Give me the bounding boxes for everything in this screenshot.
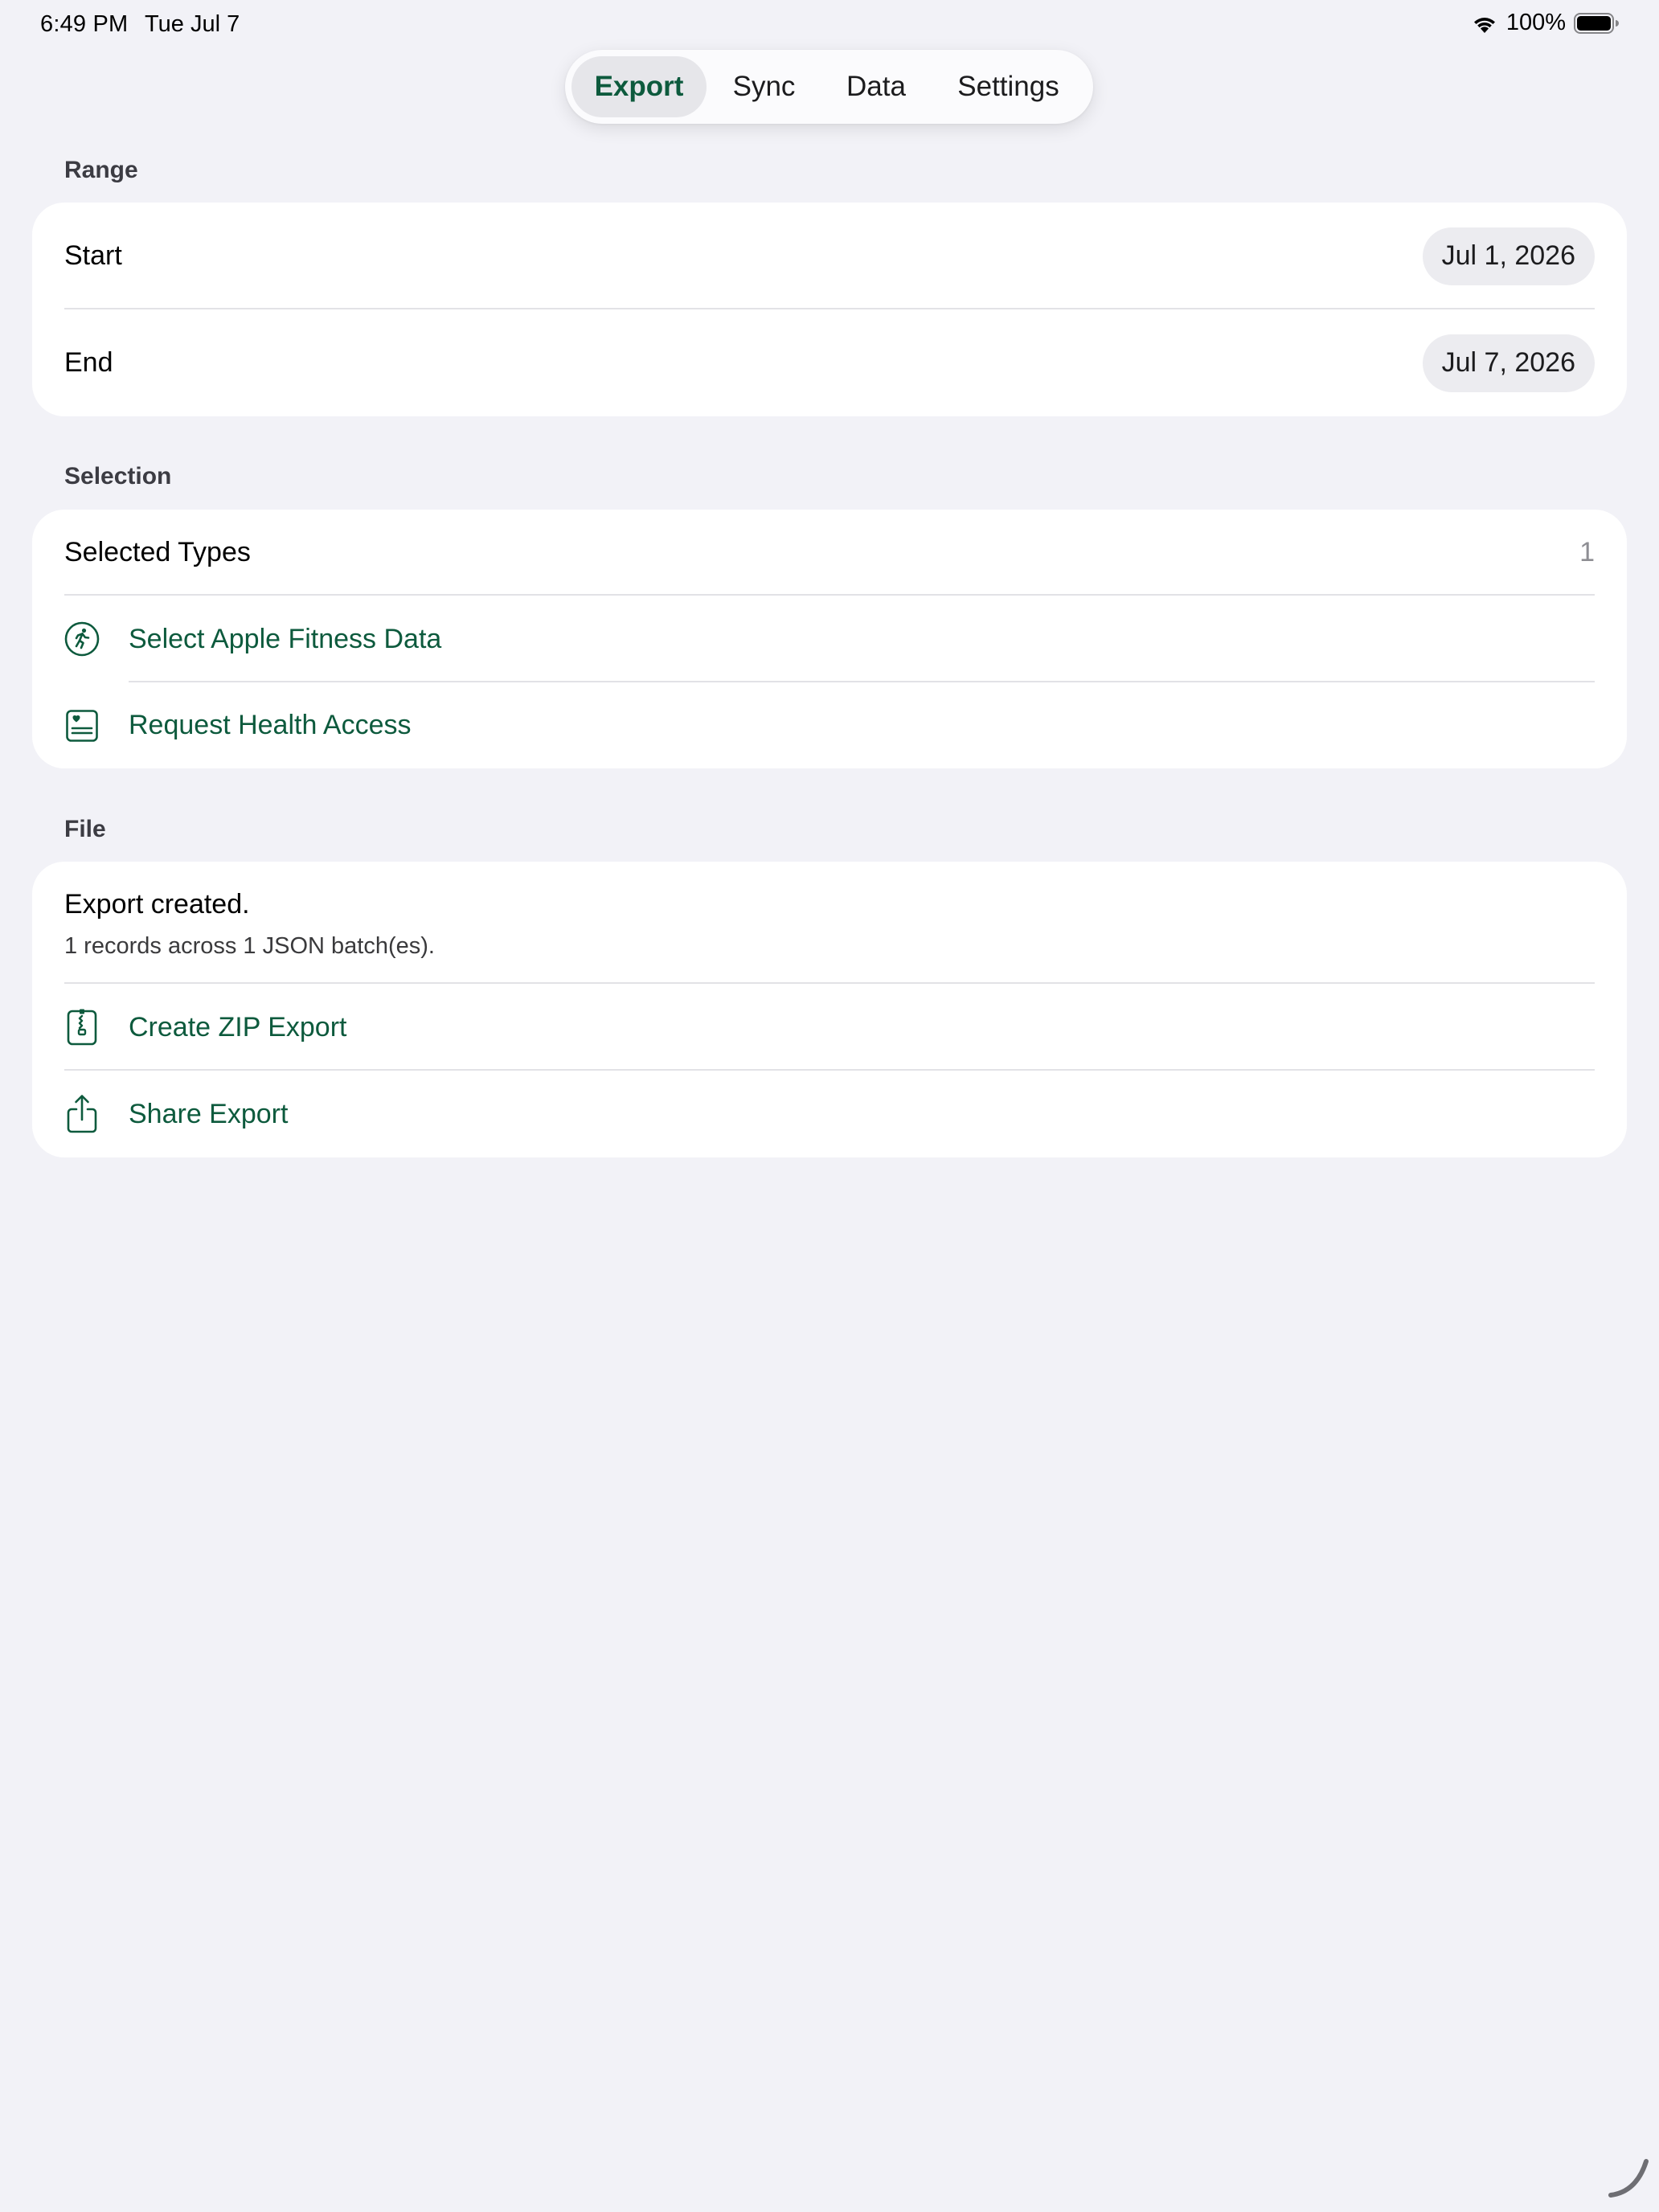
tab-data[interactable]: Data [821, 56, 931, 117]
selection-card: Selected Types 1 Select Apple Fitness Da… [32, 510, 1627, 768]
share-icon [64, 1095, 100, 1133]
export-status: Export created. 1 records across 1 JSON … [32, 862, 1627, 984]
file-card: Export created. 1 records across 1 JSON … [32, 862, 1627, 1157]
export-screen: 6:49 PM Tue Jul 7 100% Export Sync Data … [0, 0, 1659, 2212]
start-date-picker[interactable]: Jul 1, 2026 [1422, 227, 1595, 285]
create-zip-export-button[interactable]: Create ZIP Export [32, 984, 1627, 1071]
export-status-title: Export created. [64, 889, 250, 920]
status-date: Tue Jul 7 [145, 11, 240, 37]
wifi-icon [1471, 13, 1498, 34]
range-card: Start Jul 1, 2026 End Jul 7, 2026 [32, 203, 1627, 416]
tab-settings[interactable]: Settings [931, 56, 1086, 117]
request-health-access-label: Request Health Access [129, 710, 412, 740]
range-section-header: Range [64, 157, 138, 183]
export-status-detail: 1 records across 1 JSON batch(es). [64, 933, 435, 959]
battery-percent: 100% [1505, 10, 1566, 35]
request-health-access-button[interactable]: Request Health Access [32, 682, 1627, 768]
selected-types-count: 1 [1579, 537, 1595, 567]
file-section-header: File [64, 816, 106, 842]
share-export-label: Share Export [129, 1098, 289, 1129]
status-bar: 6:49 PM Tue Jul 7 100% [0, 0, 1659, 51]
selected-types-label: Selected Types [64, 537, 251, 567]
select-fitness-data-label: Select Apple Fitness Data [129, 623, 442, 654]
select-fitness-data-button[interactable]: Select Apple Fitness Data [32, 596, 1627, 682]
figure-run-circle-icon [64, 621, 100, 657]
status-time: 6:49 PM [40, 11, 129, 37]
selected-types-row: Selected Types 1 [32, 510, 1627, 596]
top-tab-bar: Export Sync Data Settings [565, 50, 1093, 124]
end-date-picker[interactable]: Jul 7, 2026 [1422, 334, 1595, 392]
window-resize-handle[interactable] [1604, 2153, 1653, 2206]
zip-file-icon [64, 1009, 100, 1046]
end-date-row: End Jul 7, 2026 [32, 309, 1627, 416]
tab-export[interactable]: Export [571, 56, 707, 117]
status-indicators: 100% [1471, 10, 1619, 36]
start-label: Start [64, 240, 122, 271]
selection-section-header: Selection [64, 463, 172, 490]
tab-sync[interactable]: Sync [707, 56, 821, 117]
create-zip-export-label: Create ZIP Export [129, 1011, 347, 1043]
start-date-row: Start Jul 1, 2026 [32, 203, 1627, 309]
end-label: End [64, 347, 113, 378]
health-record-icon [64, 708, 100, 743]
share-export-button[interactable]: Share Export [32, 1071, 1627, 1157]
battery-icon [1574, 12, 1619, 34]
